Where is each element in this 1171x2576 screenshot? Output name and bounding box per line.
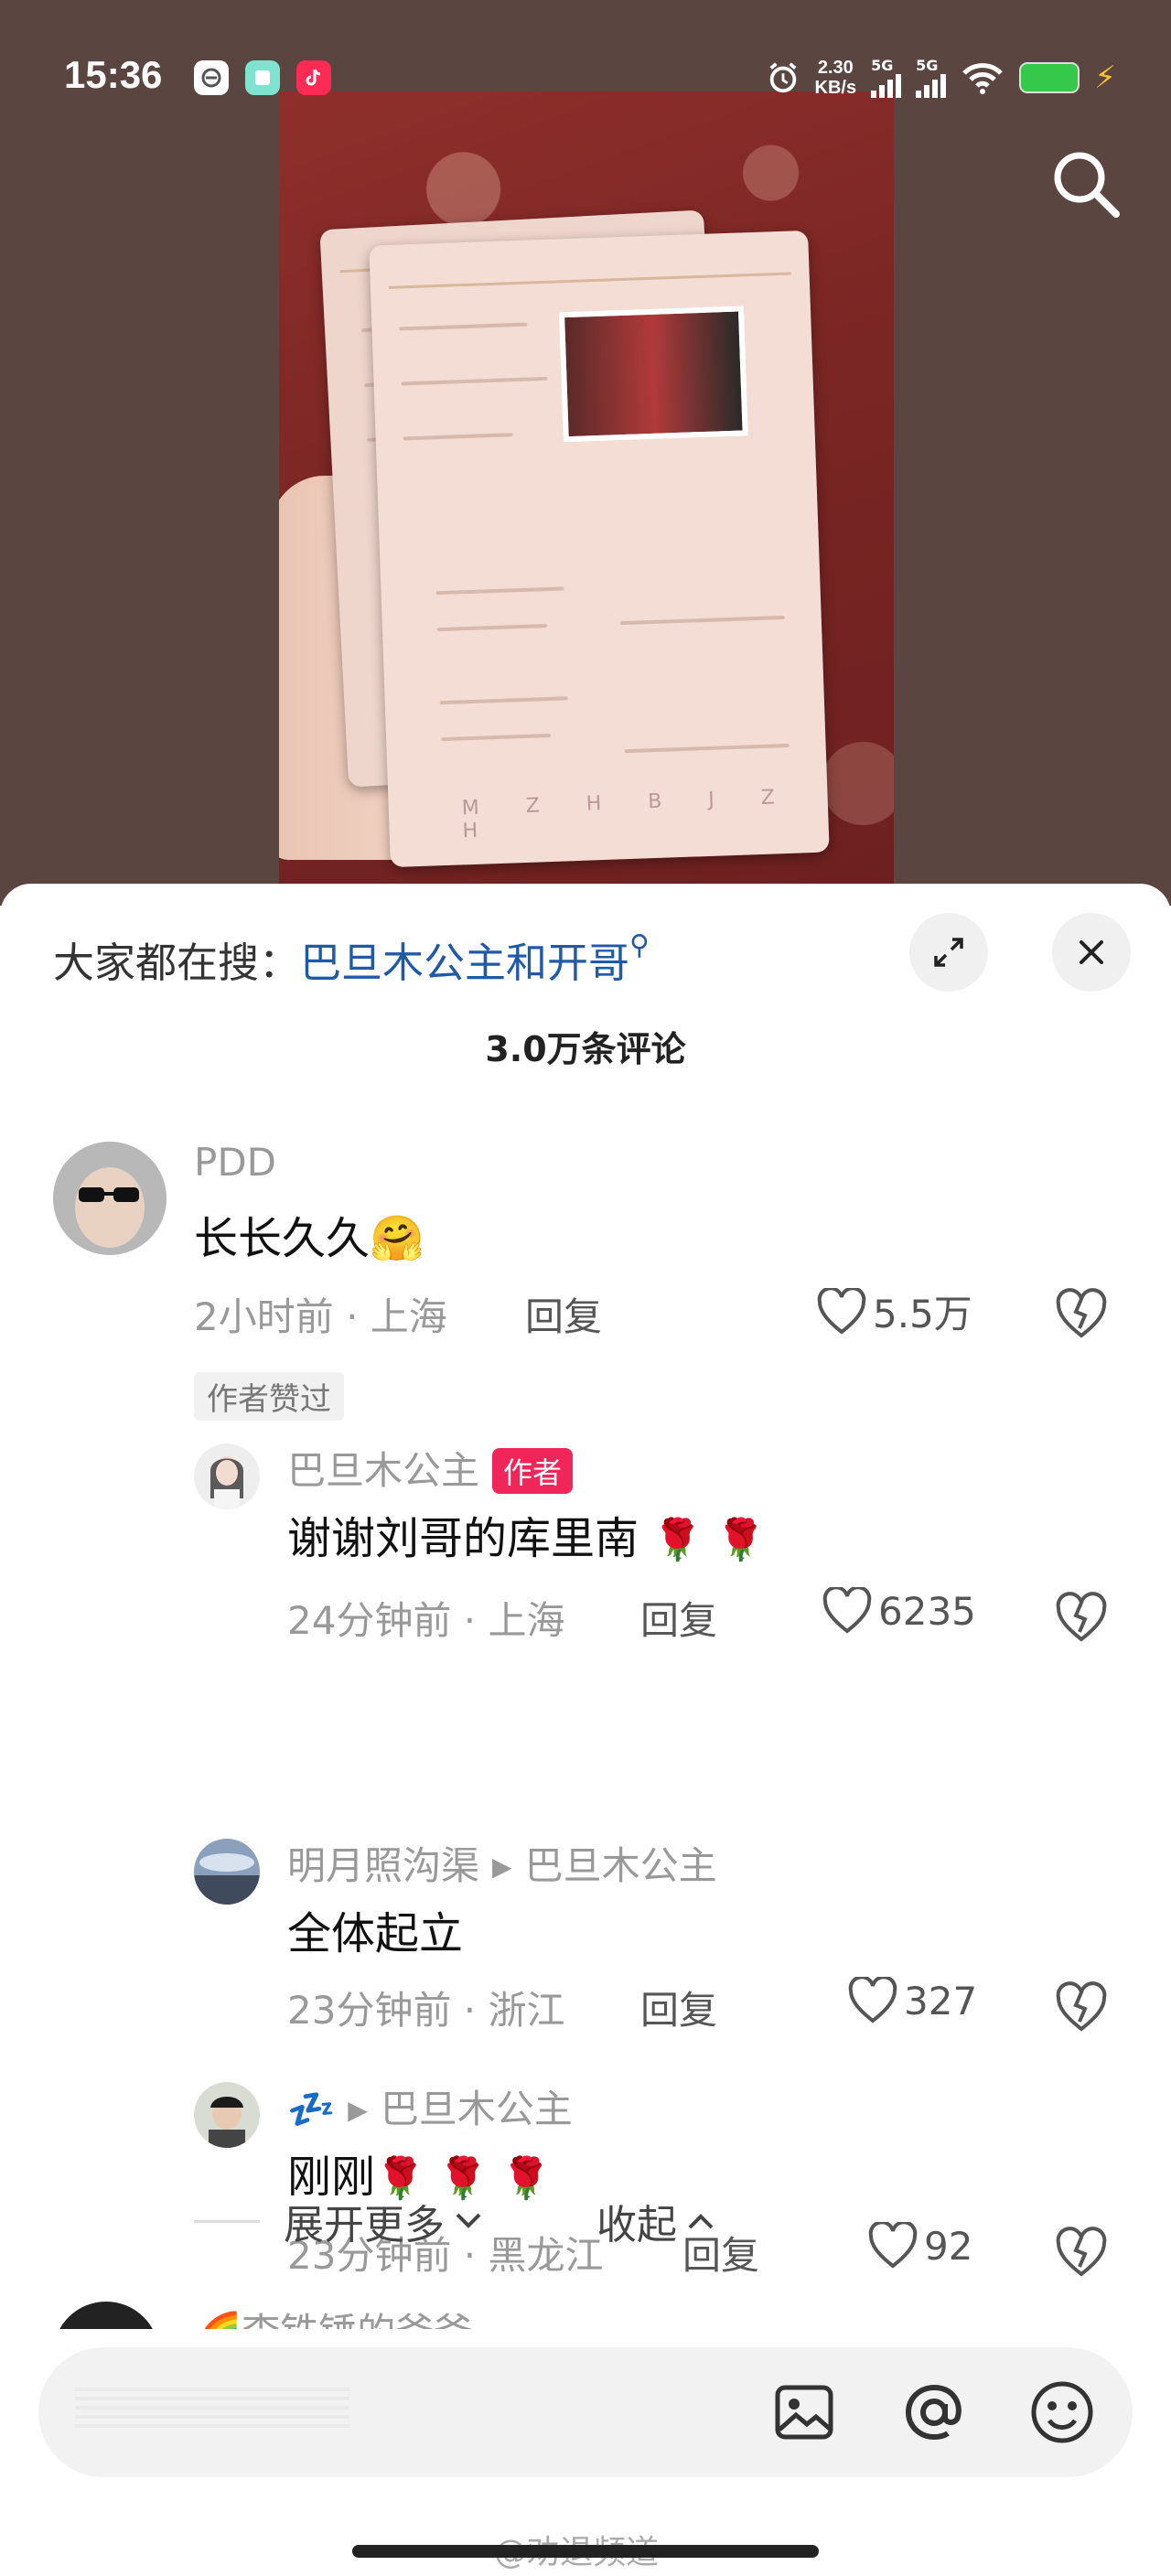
hot-search-bar[interactable]: 大家都在搜：巴旦木公主和开哥⚲ bbox=[53, 929, 650, 989]
comment-count: 3.0万条评论 bbox=[485, 1029, 686, 1069]
like-button[interactable]: 327 bbox=[847, 1977, 977, 2024]
reply-button[interactable]: 回复 bbox=[525, 1286, 602, 1342]
cert-code: M Z H B J Z H bbox=[461, 785, 796, 843]
expand-controls: 展开更多 收起 bbox=[194, 2192, 719, 2250]
like-button[interactable]: 5.5万 bbox=[816, 1283, 972, 1339]
image-icon[interactable] bbox=[768, 2377, 840, 2448]
comment-sheet: 大家都在搜：巴旦木公主和开哥⚲ 3.0万条评论 PDD 长长久久🤗 2小时前 ·… bbox=[0, 884, 1171, 2576]
couple-photo bbox=[558, 306, 748, 443]
reply-time-location: 23分钟前 · 浙江 bbox=[287, 1988, 565, 2033]
app-notification-icon-2 bbox=[245, 60, 280, 95]
reply-time-location: 24分钟前 · 上海 bbox=[287, 1598, 565, 1643]
battery-icon bbox=[1019, 61, 1080, 93]
avatar[interactable] bbox=[194, 1444, 260, 1509]
reply-to-user[interactable]: 巴旦木公主 bbox=[525, 1843, 717, 1888]
home-indicator[interactable] bbox=[352, 2545, 819, 2558]
like-count: 5.5万 bbox=[873, 1292, 972, 1336]
hug-emoji: 🤗 bbox=[370, 1213, 424, 1264]
broken-heart-icon[interactable] bbox=[1054, 2225, 1109, 2280]
reply-button[interactable]: 回复 bbox=[640, 1980, 717, 2035]
reply-to-user[interactable]: 巴旦木公主 bbox=[381, 2087, 573, 2131]
chevron-up-icon[interactable] bbox=[682, 2207, 719, 2235]
comment-time-location: 2小时前 · 上海 bbox=[194, 1294, 447, 1339]
wifi-icon bbox=[962, 62, 1003, 94]
fullscreen-button[interactable] bbox=[909, 913, 988, 992]
close-button[interactable] bbox=[1052, 913, 1131, 992]
author-badge: 作者 bbox=[492, 1447, 574, 1494]
emoji-icon[interactable] bbox=[1026, 2377, 1098, 2448]
status-bar: 15:36 2.30 KB/s 5G 5G ⚡ bbox=[0, 0, 1171, 156]
avatar[interactable] bbox=[194, 2082, 260, 2148]
broken-heart-icon[interactable] bbox=[1054, 1286, 1109, 1341]
video-player[interactable]: M Z H B J Z H 15:36 2.30 KB/s 5G 5G ⚡ bbox=[0, 0, 1171, 906]
collapse-button[interactable]: 收起 bbox=[596, 2192, 677, 2250]
comment-input[interactable] bbox=[38, 2347, 1133, 2477]
reply-username[interactable]: 💤 ▶ 巴旦木公主 bbox=[287, 2078, 573, 2134]
hot-search-prefix: 大家都在搜： bbox=[53, 939, 301, 987]
like-button[interactable]: 92 bbox=[867, 2222, 972, 2270]
like-count: 6235 bbox=[878, 1588, 976, 1634]
like-count: 327 bbox=[904, 1978, 978, 2023]
signal-5g-1: 5G bbox=[871, 57, 902, 98]
reply-text: 全体起立 bbox=[287, 1908, 464, 1959]
signal-5g-2: 5G bbox=[916, 57, 947, 98]
chevron-down-icon[interactable] bbox=[450, 2207, 487, 2235]
reply-arrow-icon: ▶ bbox=[348, 2095, 368, 2125]
broken-heart-icon[interactable] bbox=[1054, 1590, 1109, 1645]
heart-icon bbox=[868, 2222, 918, 2269]
avatar[interactable] bbox=[194, 1839, 260, 1905]
rose-emoji: 🌹 🌹 bbox=[652, 1517, 766, 1563]
mention-icon[interactable] bbox=[898, 2377, 970, 2448]
reply-username[interactable]: 巴旦木公主 作者 bbox=[287, 1440, 574, 1497]
status-time: 15:36 bbox=[64, 53, 163, 96]
comment-text: 长长久久🤗 bbox=[194, 1213, 424, 1264]
divider bbox=[194, 2219, 260, 2223]
small-search-icon: ⚲ bbox=[629, 929, 650, 961]
marriage-certificate-front: M Z H B J Z H bbox=[369, 230, 830, 868]
hot-search-keyword[interactable]: 巴旦木公主和开哥 bbox=[300, 939, 629, 987]
alarm-icon bbox=[769, 61, 797, 92]
heart-icon bbox=[817, 1287, 866, 1335]
comment-username[interactable]: PDD bbox=[194, 1140, 276, 1185]
author-liked-tag: 作者赞过 bbox=[194, 1372, 344, 1421]
reply-arrow-icon: ▶ bbox=[492, 1852, 512, 1882]
heart-icon bbox=[822, 1587, 872, 1634]
reply-text: 谢谢刘哥的库里南 🌹 🌹 bbox=[287, 1513, 766, 1564]
broken-heart-icon[interactable] bbox=[1054, 1980, 1109, 2034]
douyin-notification-icon bbox=[296, 60, 331, 95]
heart-icon bbox=[848, 1977, 897, 2023]
reply-button[interactable]: 回复 bbox=[640, 1590, 717, 1646]
search-icon[interactable] bbox=[1048, 146, 1123, 221]
expand-icon bbox=[934, 938, 963, 967]
close-icon bbox=[1080, 940, 1103, 964]
expand-more-button[interactable]: 展开更多 bbox=[284, 2192, 445, 2250]
status-icons: 2.30 KB/s 5G 5G ⚡ bbox=[766, 57, 1116, 98]
avatar[interactable] bbox=[53, 1142, 167, 1255]
like-button[interactable]: 6235 bbox=[822, 1587, 976, 1635]
input-placeholder bbox=[75, 2388, 349, 2433]
like-count: 92 bbox=[924, 2223, 973, 2269]
network-speed: 2.30 KB/s bbox=[814, 57, 857, 98]
reply-username[interactable]: 明月照沟渠 ▶ 巴旦木公主 bbox=[287, 1835, 717, 1891]
video-frame: M Z H B J Z H bbox=[279, 91, 894, 906]
app-notification-icon bbox=[194, 60, 229, 95]
charging-bolt-icon: ⚡ bbox=[1094, 59, 1116, 96]
